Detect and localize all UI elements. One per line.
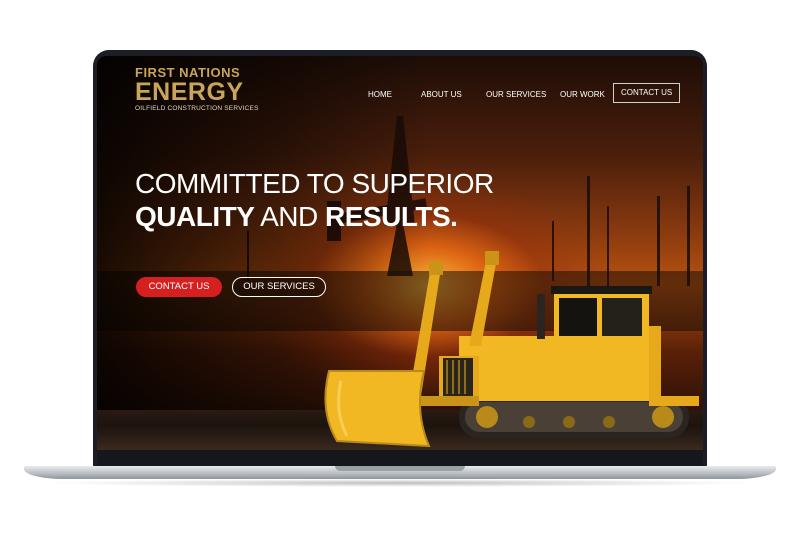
our-services-button[interactable]: OUR SERVICES	[232, 277, 326, 297]
logo-tagline: OILFIELD CONSTRUCTION SERVICES	[135, 105, 259, 112]
contact-us-button[interactable]: CONTACT US	[136, 277, 222, 297]
laptop-notch	[335, 466, 465, 471]
nav-our-work[interactable]: OUR WORK	[560, 85, 605, 105]
headline-quality: QUALITY	[135, 201, 255, 232]
bulldozer-image: 307	[324, 251, 699, 448]
website-screen: 307 FIRST NATIONS ENERGY OILFIELD CONSTR…	[97, 56, 703, 450]
nav-home[interactable]: HOME	[368, 85, 392, 105]
laptop-shadow	[40, 479, 760, 487]
nav-our-services[interactable]: OUR SERVICES	[486, 85, 546, 105]
hero-headline: COMMITTED TO SUPERIOR QUALITY AND RESULT…	[135, 168, 494, 234]
headline-results: RESULTS.	[325, 201, 458, 232]
main-navigation: HOME ABOUT US OUR SERVICES OUR WORK CONT…	[97, 83, 703, 105]
screen-bezel	[97, 450, 703, 467]
headline-line-1: COMMITTED TO SUPERIOR	[135, 168, 494, 199]
headline-and: AND	[260, 201, 318, 232]
nav-contact-us[interactable]: CONTACT US	[613, 83, 681, 103]
nav-about-us[interactable]: ABOUT US	[421, 85, 462, 105]
bulldozer-number: 307	[507, 323, 519, 330]
headline-line-2: QUALITY AND RESULTS.	[135, 200, 494, 234]
